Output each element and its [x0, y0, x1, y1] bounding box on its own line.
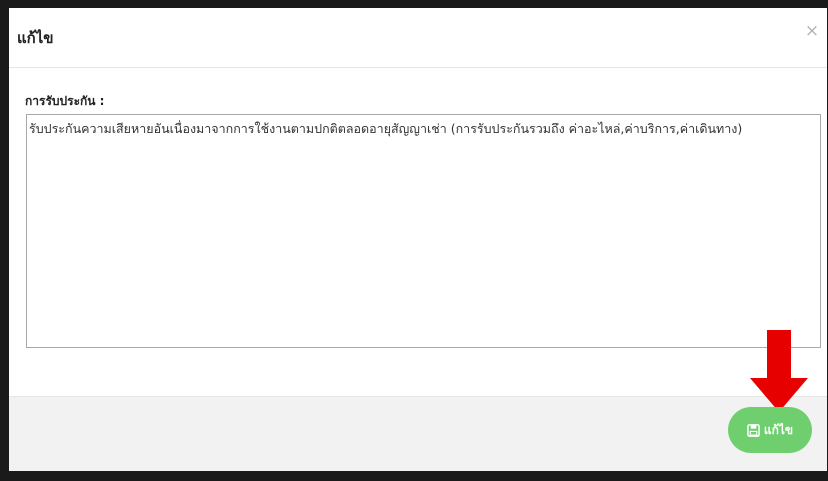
edit-modal: แก้ไข × การรับประกัน : รับประกันความเสีย…: [9, 8, 827, 471]
close-button[interactable]: ×: [804, 22, 820, 40]
modal-title: แก้ไข: [17, 29, 54, 47]
edit-button-label: แก้ไข: [763, 422, 794, 437]
save-icon: [747, 423, 760, 437]
modal-header: แก้ไข ×: [9, 8, 827, 68]
warranty-textarea[interactable]: รับประกันความเสียหายอันเนื่องมาจากการใช้…: [26, 114, 821, 348]
warranty-label: การรับประกัน :: [25, 94, 105, 108]
modal-footer: [9, 396, 827, 471]
arrow-down-icon: [750, 330, 808, 412]
edit-save-button[interactable]: แก้ไข: [728, 407, 812, 453]
